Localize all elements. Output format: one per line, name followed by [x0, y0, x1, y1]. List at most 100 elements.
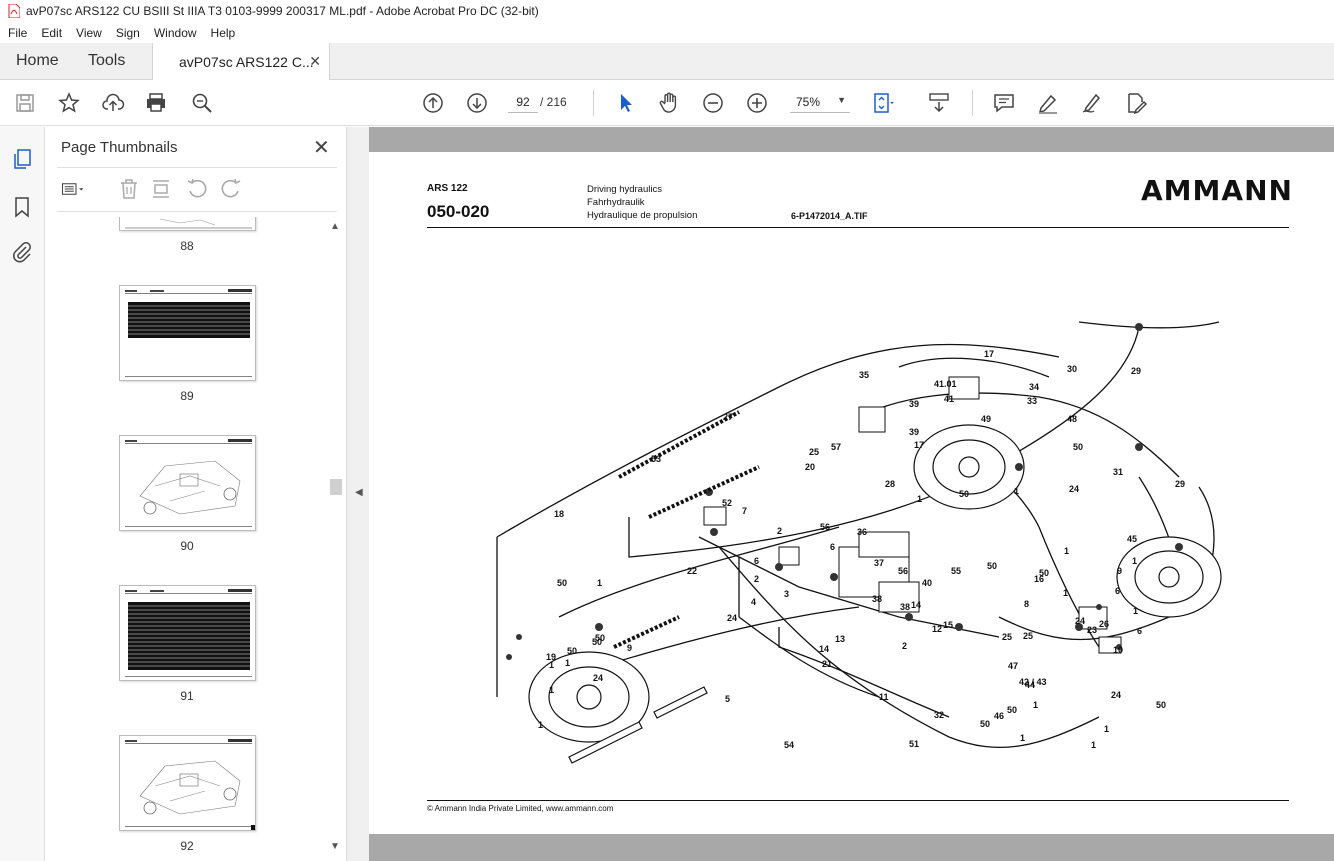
callout-number: 25	[1023, 631, 1033, 641]
zoom-search-icon[interactable]	[190, 91, 214, 115]
thumbnail-label: 90	[180, 539, 194, 553]
menu-edit[interactable]: Edit	[35, 26, 68, 40]
print-icon[interactable]	[144, 91, 168, 115]
callout-number: 53	[651, 454, 661, 464]
callout-number: 1	[1132, 556, 1137, 566]
pump-valves	[703, 376, 1122, 654]
menu-view[interactable]: View	[70, 26, 108, 40]
draw-freehand-icon[interactable]	[1080, 91, 1104, 115]
thumbnail-page-92[interactable]	[119, 735, 256, 831]
callout-number: 50	[1007, 705, 1017, 715]
page-gap	[369, 834, 1334, 861]
bookmark-icon[interactable]	[10, 195, 34, 219]
tab-document[interactable]: avP07sc ARS122 C... ✕	[152, 43, 330, 80]
delete-page-icon[interactable]	[117, 177, 141, 201]
callout-number: 1	[549, 685, 554, 695]
comment-icon[interactable]	[992, 91, 1016, 115]
scroll-mode-icon[interactable]	[927, 91, 951, 115]
zoom-out-icon[interactable]	[701, 91, 725, 115]
toolbar-separator	[593, 90, 594, 116]
callout-number: 41.01	[934, 379, 957, 389]
select-cursor-icon[interactable]	[614, 91, 638, 115]
rotate-ccw-icon[interactable]	[185, 177, 209, 201]
panel-collapse-bar[interactable]: ◀	[347, 127, 369, 861]
callout-number: 13	[835, 634, 845, 644]
scroll-down-icon[interactable]: ▼	[330, 841, 340, 852]
hydraulic-diagram: 1729303541.01 3439 41 3349 48273917 5025 57532…	[496, 321, 1222, 764]
callout-number: 17	[984, 349, 994, 359]
star-icon[interactable]	[57, 91, 81, 115]
callout-number: 15	[943, 620, 953, 630]
zoom-in-icon[interactable]	[745, 91, 769, 115]
upload-cloud-icon[interactable]	[101, 91, 125, 115]
highlight-pen-icon[interactable]	[1036, 91, 1060, 115]
zoom-value: 75%	[796, 94, 821, 109]
callout-number: 52	[722, 498, 732, 508]
thumbnail-image	[125, 289, 252, 377]
scroll-up-icon[interactable]: ▲	[330, 221, 340, 232]
page-thumbnails-icon[interactable]	[10, 147, 34, 171]
thumbnail-page-91[interactable]	[119, 585, 256, 681]
extract-page-icon[interactable]	[149, 177, 173, 201]
left-rail	[0, 127, 45, 861]
thumbnail-page-90[interactable]	[119, 435, 256, 531]
document-view[interactable]: ARS 122 050-020 Driving hydraulics Fahrh…	[369, 127, 1334, 861]
callout-number: 31	[1113, 467, 1123, 477]
callout-number: 4	[751, 597, 756, 607]
rotate-cw-icon[interactable]	[219, 177, 243, 201]
callout-number: 50	[567, 646, 577, 656]
tab-home[interactable]: Home	[16, 43, 59, 79]
page-number-input[interactable]	[508, 91, 538, 113]
callout-number: 21	[822, 659, 832, 669]
attachment-icon[interactable]	[10, 240, 34, 264]
callout-number: 50	[1156, 700, 1166, 710]
callout-number: 19	[546, 652, 556, 662]
callout-number: 5	[725, 694, 730, 704]
callout-number: 55	[951, 566, 961, 576]
thumbnail-list: 88 89 90 91 92	[45, 217, 330, 861]
thumbnail-scrollbar[interactable]: ▲ ▼	[329, 217, 343, 857]
save-icon[interactable]	[13, 91, 37, 115]
callout-number: 1	[597, 578, 602, 588]
thumbnail-page-89[interactable]	[119, 285, 256, 381]
fill-sign-icon[interactable]	[1124, 91, 1148, 115]
close-panel-icon[interactable]: ✕	[313, 135, 330, 160]
scroll-handle[interactable]	[330, 479, 342, 495]
callout-number: 6	[1137, 626, 1142, 636]
callout-number: 1	[1091, 740, 1096, 750]
fit-page-icon[interactable]	[871, 91, 895, 115]
next-page-icon[interactable]	[465, 91, 489, 115]
thumbnail-image	[125, 739, 255, 830]
doc-file-ref: 6-P1472014_A.TIF	[791, 211, 868, 221]
callout-number: 50	[1039, 568, 1049, 578]
menu-file[interactable]: File	[2, 26, 33, 40]
main-toolbar	[0, 80, 1334, 126]
callout-number: 47	[1008, 661, 1018, 671]
menu-window[interactable]: Window	[148, 26, 203, 40]
zoom-select[interactable]: 75% ▼	[790, 91, 850, 113]
prev-page-icon[interactable]	[421, 91, 445, 115]
callout-number: 9	[1117, 566, 1122, 576]
tab-tools[interactable]: Tools	[88, 43, 125, 79]
callout-number: 9	[627, 643, 632, 653]
callout-number: 50	[1073, 442, 1083, 452]
callout-number: 56	[898, 566, 908, 576]
thumbnail-page-88[interactable]	[119, 217, 256, 231]
callout-number: 40	[922, 578, 932, 588]
callout-number: 1	[1133, 606, 1138, 616]
close-tab-icon[interactable]: ✕	[309, 53, 321, 70]
callout-number: 45	[1127, 534, 1137, 544]
options-menu-icon[interactable]	[61, 177, 85, 201]
hand-tool-icon[interactable]	[657, 91, 681, 115]
callout-number: 6	[754, 556, 759, 566]
menu-sign[interactable]: Sign	[110, 26, 146, 40]
callout-number: 35	[859, 370, 869, 380]
callout-number: 1	[538, 720, 543, 730]
callout-number: 3	[784, 589, 789, 599]
panel-toolbar	[57, 177, 337, 203]
menu-help[interactable]: Help	[205, 26, 242, 40]
callout-number: 46	[994, 711, 1004, 721]
collapse-arrow-icon[interactable]: ◀	[355, 487, 363, 498]
callout-number: 14	[819, 644, 829, 654]
header-rule	[427, 227, 1289, 228]
